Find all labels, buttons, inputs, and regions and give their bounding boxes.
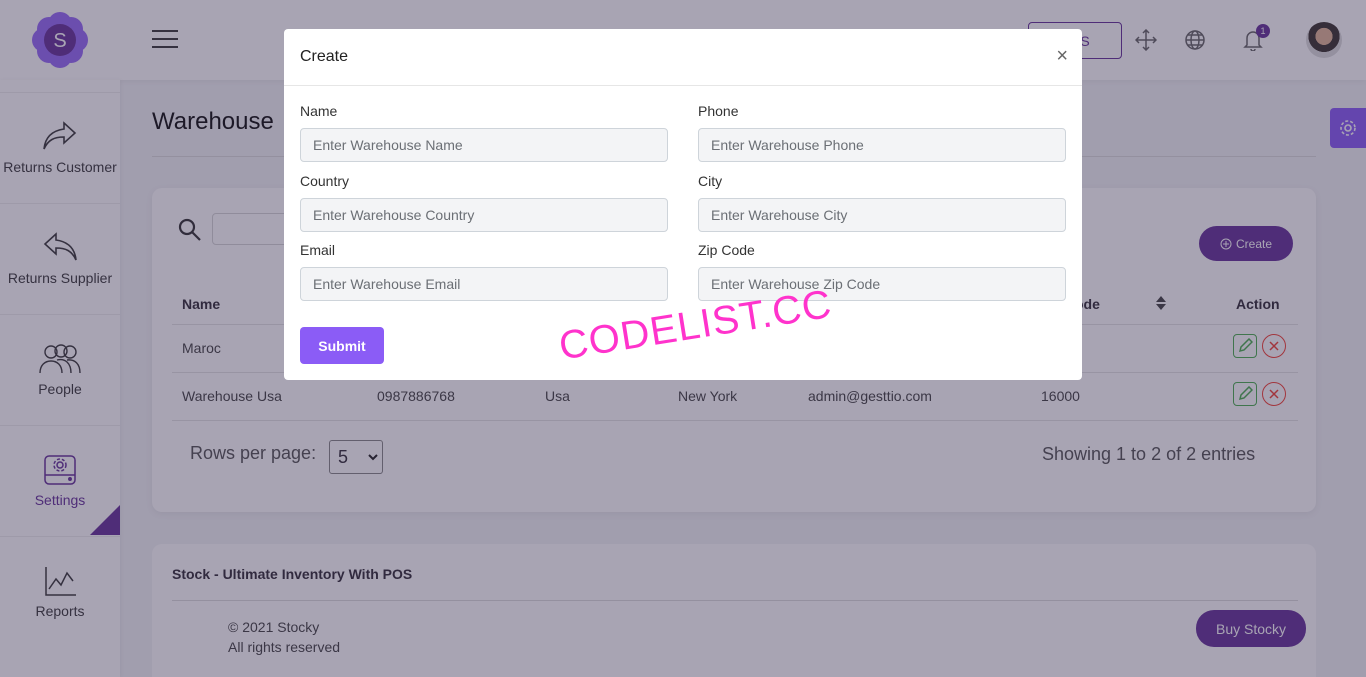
phone-field[interactable]	[698, 128, 1066, 162]
email-label: Email	[300, 242, 336, 258]
close-icon[interactable]: ×	[1056, 45, 1068, 68]
submit-button[interactable]: Submit	[300, 327, 384, 364]
modal-title: Create	[300, 48, 349, 65]
name-label: Name	[300, 103, 338, 119]
name-field[interactable]	[300, 128, 668, 162]
email-field[interactable]	[300, 267, 668, 301]
phone-label: Phone	[698, 103, 739, 119]
city-field[interactable]	[698, 198, 1066, 232]
country-label: Country	[300, 173, 350, 189]
modal-header: Create ×	[284, 29, 1082, 86]
zip-code-label: Zip Code	[698, 242, 755, 258]
city-label: City	[698, 173, 723, 189]
country-field[interactable]	[300, 198, 668, 232]
